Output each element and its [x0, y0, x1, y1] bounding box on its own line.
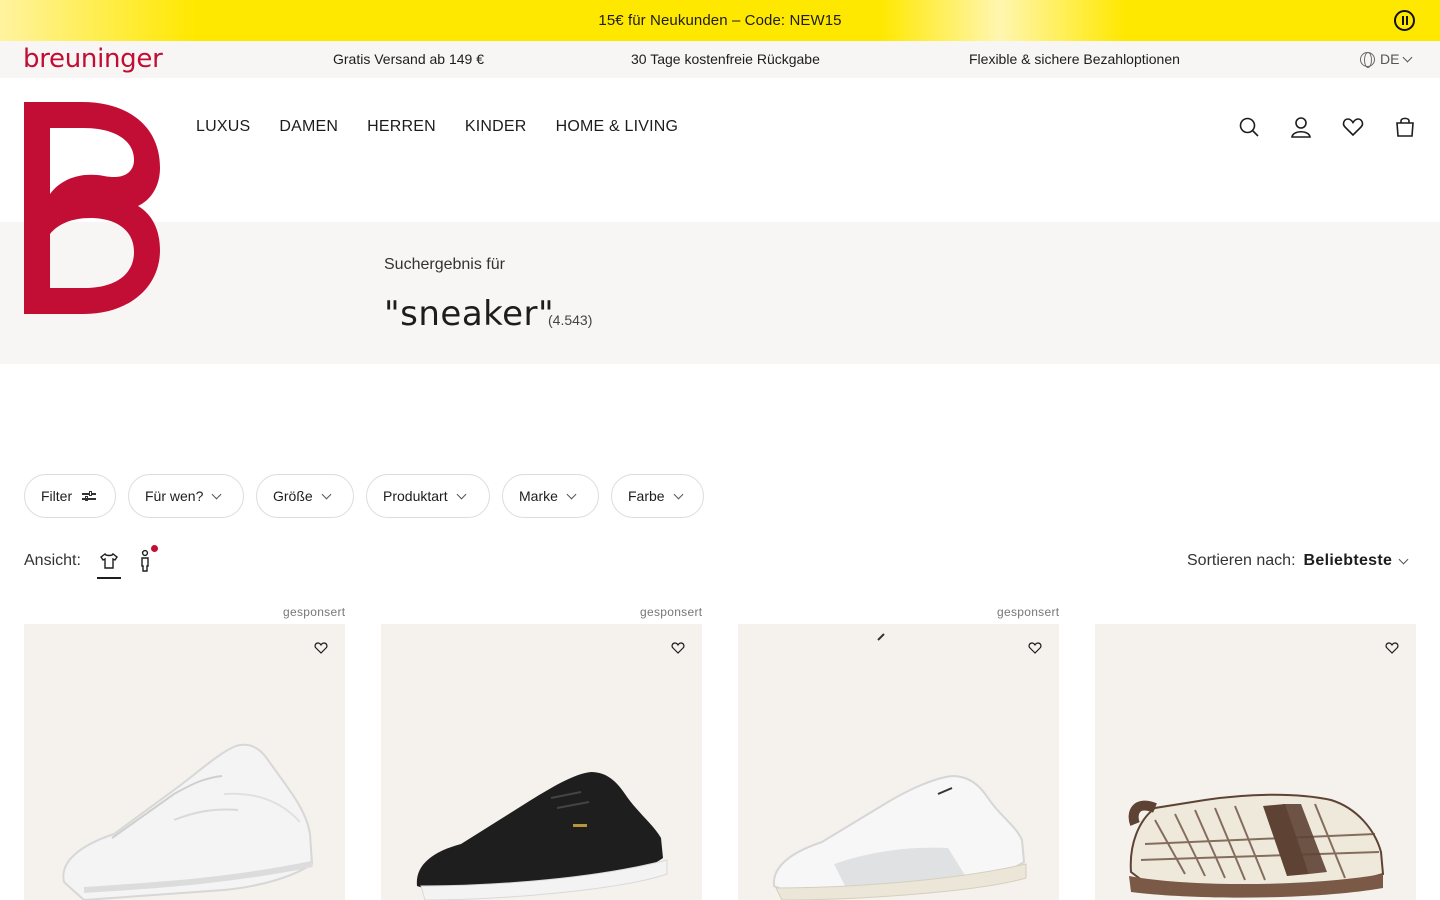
filter-color[interactable]: Farbe — [611, 474, 704, 518]
product-card[interactable] — [24, 624, 345, 900]
usp-shipping: Gratis Versand ab 149 € — [333, 51, 484, 67]
sort-value: Beliebteste — [1303, 552, 1393, 569]
sponsored-label: gesponsert — [283, 605, 346, 619]
nav-item-luxus[interactable]: LUXUS — [196, 118, 250, 136]
sort-label: Sortieren nach: — [1187, 552, 1296, 569]
sort-selector[interactable]: Sortieren nach: Beliebteste — [1187, 552, 1409, 570]
usp-payment: Flexible & sichere Bezahloptionen — [969, 51, 1180, 67]
search-query: "sneaker" — [384, 294, 555, 334]
breuninger-logo[interactable] — [24, 102, 160, 314]
heart-icon[interactable] — [1385, 641, 1399, 655]
nav-item-damen[interactable]: DAMEN — [279, 118, 338, 136]
filter-product-type-label: Produktart — [383, 488, 448, 504]
brand-wordmark[interactable]: breuninger — [23, 44, 163, 74]
filter-size[interactable]: Größe — [256, 474, 354, 518]
globe-icon — [1360, 51, 1375, 68]
view-product-toggle[interactable] — [97, 549, 121, 579]
nav-item-kinder[interactable]: KINDER — [465, 118, 527, 136]
promo-bar: 15€ für Neukunden – Code: NEW15 — [0, 0, 1440, 41]
sponsored-label: gesponsert — [997, 605, 1060, 619]
chevron-down-icon — [211, 489, 222, 499]
product-image-brown-woven-sneaker[interactable] — [1095, 624, 1416, 900]
product-card[interactable] — [738, 624, 1059, 900]
chevron-down-icon — [456, 489, 467, 499]
filter-size-label: Größe — [273, 488, 313, 504]
view-label: Ansicht: — [24, 552, 81, 569]
search-icon[interactable] — [1238, 116, 1260, 138]
filter-brand-label: Marke — [519, 488, 558, 504]
language-selector[interactable]: DE — [1360, 51, 1413, 68]
wishlist-icon[interactable] — [1342, 116, 1364, 138]
service-bar: breuninger Gratis Versand ab 149 € 30 Ta… — [0, 41, 1440, 78]
filter-gender[interactable]: Für wen? — [128, 474, 244, 518]
chevron-down-icon — [566, 489, 577, 499]
product-card[interactable] — [1095, 624, 1416, 900]
filter-gender-label: Für wen? — [145, 488, 204, 504]
search-header: Suchergebnis für "sneaker" (4.543) — [0, 222, 1440, 364]
result-count: (4.543) — [548, 312, 593, 328]
shirt-icon — [100, 552, 118, 569]
chevron-down-icon — [1403, 52, 1413, 62]
filter-label: Filter — [41, 488, 73, 504]
search-subtitle: Suchergebnis für — [384, 256, 505, 273]
pause-icon[interactable] — [1394, 10, 1415, 31]
filter-brand[interactable]: Marke — [502, 474, 599, 518]
filter-product-type[interactable]: Produktart — [366, 474, 490, 518]
new-indicator-dot — [151, 545, 158, 552]
chevron-down-icon — [673, 489, 684, 499]
product-image-black-sneaker[interactable] — [381, 624, 702, 900]
person-icon — [141, 549, 149, 572]
nav-item-home-living[interactable]: HOME & LIVING — [556, 118, 679, 136]
product-card[interactable] — [381, 624, 702, 900]
sponsored-label: gesponsert — [640, 605, 703, 619]
heart-icon[interactable] — [314, 641, 328, 655]
account-icon[interactable] — [1290, 116, 1312, 138]
cart-icon[interactable] — [1394, 116, 1416, 138]
chevron-down-icon — [1398, 554, 1409, 564]
sliders-icon — [82, 490, 97, 502]
view-model-toggle[interactable] — [137, 549, 157, 573]
product-image-white-grey-sneaker[interactable] — [738, 624, 1059, 900]
promo-text[interactable]: 15€ für Neukunden – Code: NEW15 — [0, 12, 1440, 29]
filter-color-label: Farbe — [628, 488, 665, 504]
heart-icon[interactable] — [1028, 641, 1042, 655]
language-label: DE — [1380, 51, 1400, 67]
chevron-down-icon — [321, 489, 332, 499]
product-image-white-sneaker[interactable] — [24, 624, 345, 900]
heart-icon[interactable] — [671, 641, 685, 655]
nav-item-herren[interactable]: HERREN — [367, 118, 436, 136]
usp-returns: 30 Tage kostenfreie Rückgabe — [631, 51, 820, 67]
filter-button[interactable]: Filter — [24, 474, 116, 518]
main-header: LUXUS DAMEN HERREN KINDER HOME & LIVING — [0, 78, 1440, 222]
main-nav: LUXUS DAMEN HERREN KINDER HOME & LIVING — [196, 118, 678, 136]
